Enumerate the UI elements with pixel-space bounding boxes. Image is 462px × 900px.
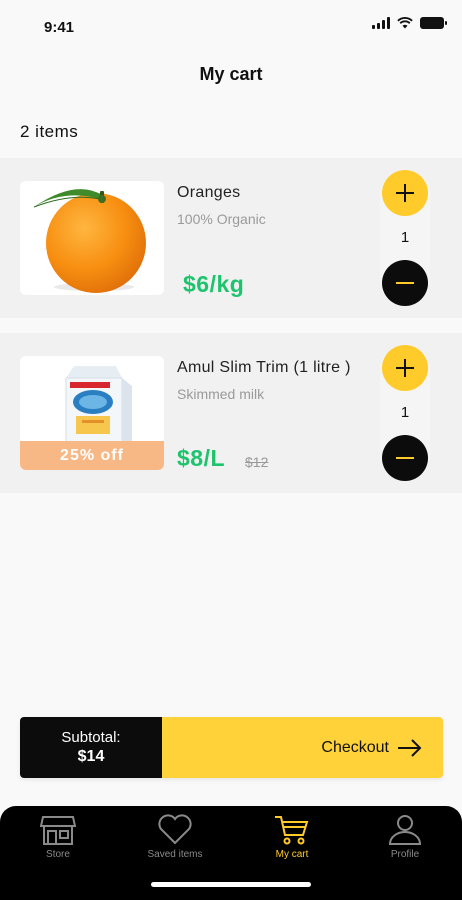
product-price: $8/L: [177, 445, 226, 471]
signal-icon: [372, 17, 390, 29]
checkout-button[interactable]: Checkout: [162, 717, 443, 778]
increase-quantity-button[interactable]: [382, 170, 428, 216]
nav-label: Profile: [390, 849, 420, 860]
quantity-value: 1: [400, 404, 410, 421]
nav-item-cart[interactable]: My cart: [237, 814, 347, 860]
product-price: $6/kg: [183, 271, 245, 297]
nav-label: Store: [46, 849, 70, 860]
product-subtitle: Skimmed milk: [177, 386, 265, 402]
quantity-value: 1: [400, 229, 410, 246]
subtotal-panel: Subtotal: $14: [20, 717, 162, 778]
nav-item-store[interactable]: Store: [3, 814, 113, 860]
heart-icon: [158, 814, 192, 845]
product-name: Oranges: [177, 184, 241, 201]
cart-icon: [275, 816, 309, 845]
quantity-stepper: 1: [380, 170, 430, 306]
quantity-stepper: 1: [380, 345, 430, 481]
plus-icon: [396, 184, 414, 202]
increase-quantity-button[interactable]: [382, 345, 428, 391]
original-price: $12: [245, 454, 269, 470]
product-subtitle: 100% Organic: [177, 211, 266, 227]
status-bar: 9:41: [0, 0, 462, 55]
arrow-right-icon: [398, 738, 422, 757]
items-count: 2 items: [20, 122, 79, 141]
minus-icon: [396, 457, 414, 459]
minus-icon: [396, 282, 414, 284]
checkout-bar: Subtotal: $14 Checkout: [20, 717, 443, 778]
home-indicator: [151, 882, 311, 887]
cart-item: Oranges 100% Organic $6/kg 1: [0, 158, 462, 318]
orange-image: [33, 189, 146, 293]
product-image[interactable]: [20, 181, 164, 295]
page-title: My cart: [199, 64, 263, 84]
wifi-icon: [397, 17, 413, 29]
status-time: 9:41: [44, 19, 75, 36]
user-icon: [388, 815, 422, 845]
cart-item: 25% off Amul Slim Trim (1 litre ) Skimme…: [0, 333, 462, 493]
nav-item-profile[interactable]: Profile: [350, 814, 460, 860]
nav-item-saved[interactable]: Saved items: [120, 814, 230, 860]
plus-icon: [396, 359, 414, 377]
status-icons: [372, 17, 447, 29]
decrease-quantity-button[interactable]: [382, 260, 428, 306]
product-image[interactable]: 25% off: [20, 356, 164, 470]
decrease-quantity-button[interactable]: [382, 435, 428, 481]
nav-label: Saved items: [147, 849, 203, 860]
battery-icon: [420, 17, 447, 29]
subtotal-label: Subtotal:: [61, 729, 121, 746]
product-name: Amul Slim Trim (1 litre ): [177, 359, 351, 376]
nav-label: My cart: [275, 849, 309, 860]
checkout-label: Checkout: [321, 738, 389, 756]
store-icon: [40, 816, 76, 845]
discount-badge: 25% off: [20, 441, 164, 470]
subtotal-value: $14: [77, 748, 105, 765]
